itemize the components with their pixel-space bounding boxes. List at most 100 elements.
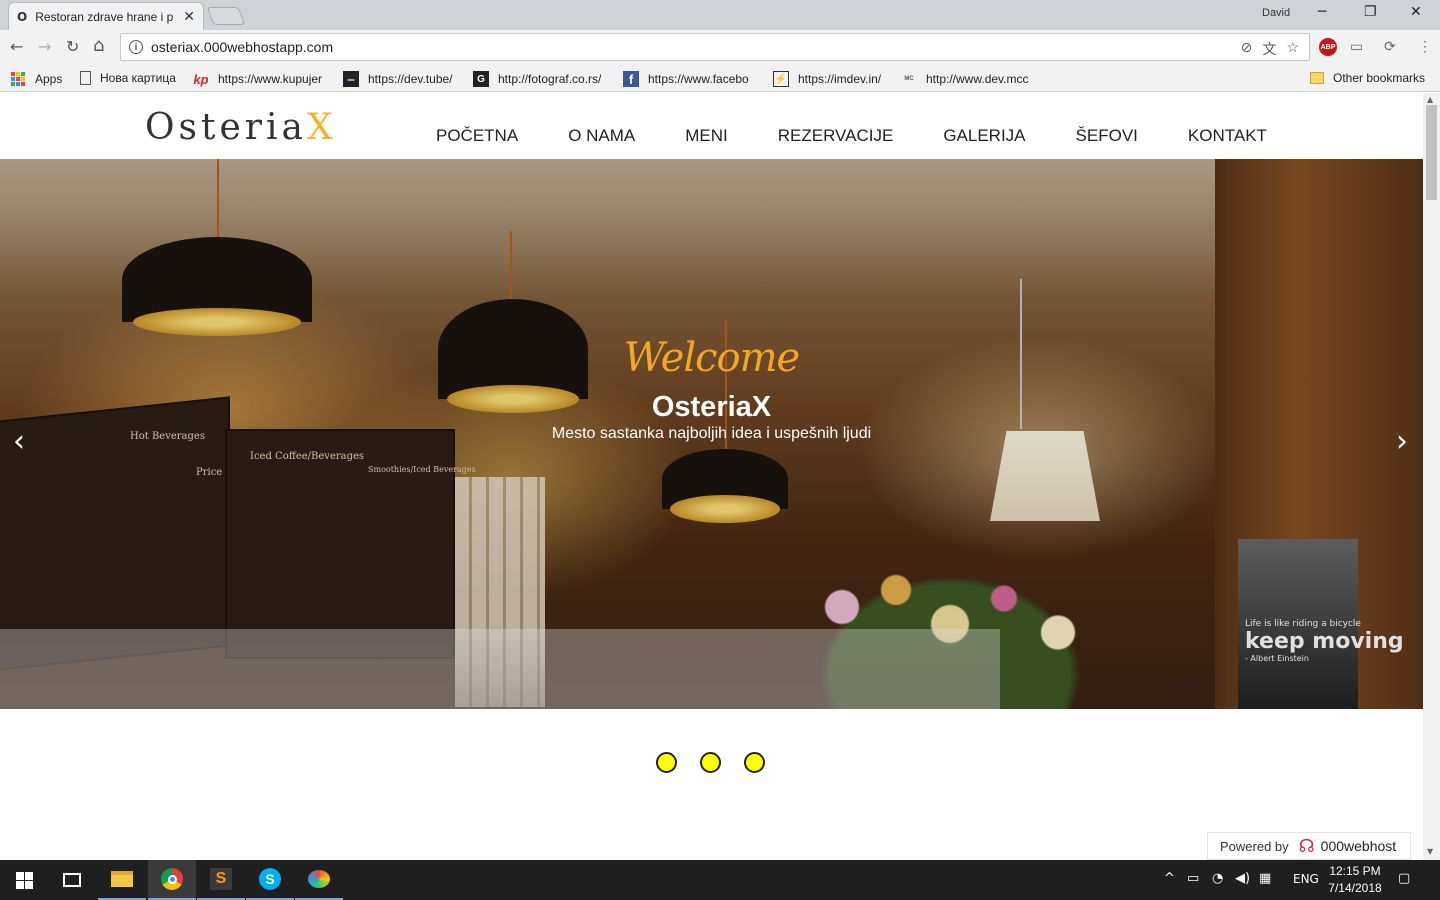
site-logo[interactable]: OsteriaX bbox=[145, 107, 337, 148]
bookmark-apps[interactable]: Apps bbox=[10, 71, 62, 87]
clock-date: 7/14/2018 bbox=[1328, 881, 1382, 895]
menu-item-rezervacije[interactable]: REZERVACIJE bbox=[778, 126, 894, 146]
carousel-dot[interactable] bbox=[656, 752, 677, 773]
bookmark-new-tab[interactable]: Нова картица bbox=[80, 71, 176, 85]
hero-welcome: Welcome bbox=[623, 335, 800, 381]
maximize-icon[interactable]: ❐ bbox=[1364, 4, 1377, 20]
scroll-down-icon[interactable]: ▼ bbox=[1427, 847, 1433, 856]
blocked-content-icon[interactable]: ⊘ bbox=[1241, 39, 1253, 59]
powered-by-badge[interactable]: Powered by ☊ 000webhost bbox=[1207, 832, 1411, 860]
carousel-dots bbox=[656, 752, 765, 773]
chrome-menu-icon[interactable]: ⋮ bbox=[1418, 38, 1432, 55]
translate-icon[interactable]: 文 bbox=[1262, 39, 1276, 59]
url-text[interactable]: osteriax.000webhostapp.com bbox=[151, 39, 333, 55]
bookmark-kupujem[interactable]: kp https://www.kupujer bbox=[193, 71, 322, 87]
bookmark-label: http://www.dev.mcc bbox=[926, 72, 1029, 86]
scroll-thumb[interactable] bbox=[1426, 105, 1437, 200]
reload-icon[interactable]: ↻ bbox=[66, 37, 79, 56]
adblock-plus-icon[interactable]: ABP bbox=[1319, 38, 1337, 56]
sublime-icon: S bbox=[210, 868, 232, 890]
bookmark-label: http://fotograf.co.rs/ bbox=[498, 72, 602, 86]
site-info-icon[interactable]: i bbox=[129, 40, 143, 54]
menu-item-pocetna[interactable]: POČETNA bbox=[436, 126, 518, 146]
taskbar-sublime[interactable]: S bbox=[197, 860, 245, 900]
webhost-logo-icon: ☊ bbox=[1298, 835, 1315, 857]
carousel-dot[interactable] bbox=[744, 752, 765, 773]
powered-by-label: Powered by bbox=[1220, 838, 1289, 854]
profile-name[interactable]: David bbox=[1262, 7, 1290, 19]
network-icon[interactable]: ◔ bbox=[1212, 871, 1223, 886]
clock-time: 12:15 PM bbox=[1329, 864, 1381, 878]
taskbar-chrome[interactable] bbox=[148, 860, 196, 900]
chrome-icon bbox=[161, 868, 183, 890]
scroll-up-icon[interactable]: ▲ bbox=[1427, 95, 1433, 104]
devtube-icon: ▬ bbox=[343, 71, 359, 87]
browser-tab[interactable]: O Restoran zdrave hrane i p ✕ bbox=[8, 2, 204, 30]
bookmark-label: https://www.facebo bbox=[648, 72, 749, 86]
language-indicator[interactable]: ENG bbox=[1293, 872, 1319, 886]
close-window-icon[interactable]: ✕ bbox=[1410, 4, 1422, 20]
carousel-dot[interactable] bbox=[700, 752, 721, 773]
main-menu: POČETNA O NAMA MENI REZERVACIJE GALERIJA… bbox=[436, 126, 1317, 146]
windows-taskbar: S S ^ ▭ ◔ ◀) ▦ ENG 12:15 PM 7/14/2018 ▢ bbox=[0, 860, 1440, 900]
menu-item-meni[interactable]: MENI bbox=[685, 126, 728, 146]
start-button[interactable] bbox=[0, 860, 48, 900]
slider-next-icon[interactable]: › bbox=[1396, 424, 1408, 459]
battery-icon[interactable]: ▭ bbox=[1187, 871, 1199, 886]
tray-chevron-icon[interactable]: ^ bbox=[1164, 871, 1175, 886]
taskbar-file-explorer[interactable] bbox=[98, 860, 146, 900]
hero-subtitle: Mesto sastanka najboljih idea i uspešnih… bbox=[551, 425, 872, 442]
menu-item-kontakt[interactable]: KONTAKT bbox=[1188, 126, 1267, 146]
bookmark-other[interactable]: Other bookmarks bbox=[1310, 71, 1425, 85]
minimize-icon[interactable]: ─ bbox=[1318, 4, 1326, 20]
bookmarks-bar: Apps Нова картица kp https://www.kupujer… bbox=[0, 64, 1440, 92]
mcc-icon: MC bbox=[904, 76, 914, 82]
bookmark-devmcc[interactable]: MC http://www.dev.mcc bbox=[901, 71, 1028, 87]
bookmark-facebook[interactable]: f https://www.facebo bbox=[623, 71, 749, 87]
web-page: OsteriaX POČETNA O NAMA MENI REZERVACIJE… bbox=[0, 93, 1423, 860]
home-icon[interactable]: ⌂ bbox=[93, 35, 104, 56]
forward-icon[interactable]: → bbox=[38, 37, 51, 56]
bookmark-label: Нова картица bbox=[100, 71, 176, 85]
action-center-icon[interactable]: ▢ bbox=[1398, 871, 1410, 886]
keyboard-icon[interactable]: ▦ bbox=[1259, 871, 1271, 886]
bookmark-label: https://imdev.in/ bbox=[798, 72, 882, 86]
menu-item-galerija[interactable]: GALERIJA bbox=[943, 126, 1025, 146]
skype-icon: S bbox=[259, 868, 281, 890]
bookmark-fotograf[interactable]: G http://fotograf.co.rs/ bbox=[473, 71, 601, 87]
bookmark-label: https://www.kupujer bbox=[218, 72, 323, 86]
apps-icon bbox=[10, 71, 26, 87]
task-view-button[interactable] bbox=[48, 860, 96, 900]
address-bar[interactable]: i osteriax.000webhostapp.com ⊘ 文 ☆ bbox=[120, 33, 1310, 61]
bookmark-star-icon[interactable]: ☆ bbox=[1286, 39, 1299, 59]
browser-title-bar: O Restoran zdrave hrane i p ✕ David ─ ❐ … bbox=[0, 0, 1440, 30]
slider-prev-icon[interactable]: ‹ bbox=[13, 424, 25, 459]
taskbar-skype[interactable]: S bbox=[246, 860, 294, 900]
g-icon: G bbox=[473, 71, 489, 87]
logo-accent: X bbox=[306, 107, 337, 148]
folder-icon bbox=[111, 871, 133, 887]
new-tab-button[interactable] bbox=[206, 7, 246, 25]
menu-item-sefovi[interactable]: ŠEFOVI bbox=[1076, 126, 1138, 146]
bookmark-devtube[interactable]: ▬ https://dev.tube/ bbox=[343, 71, 453, 87]
folder-icon bbox=[1310, 72, 1324, 84]
menu-item-o-nama[interactable]: O NAMA bbox=[568, 126, 635, 146]
powered-brand: 000webhost bbox=[1320, 838, 1397, 854]
site-favicon-icon: O bbox=[17, 9, 28, 24]
imdev-icon: ⚡ bbox=[773, 71, 789, 87]
hero-title: OsteriaX bbox=[651, 391, 772, 423]
site-header: OsteriaX POČETNA O NAMA MENI REZERVACIJE… bbox=[0, 93, 1423, 159]
volume-icon[interactable]: ◀) bbox=[1235, 871, 1250, 886]
tab-title: Restoran zdrave hrane i p bbox=[35, 9, 174, 24]
extension-icon[interactable]: ▭ bbox=[1350, 38, 1363, 55]
taskbar-paint[interactable] bbox=[295, 860, 343, 900]
clock[interactable]: 12:15 PM 7/14/2018 bbox=[1322, 863, 1388, 897]
logo-text: Osteria bbox=[145, 107, 307, 148]
sync-extension-icon[interactable]: ⟳ bbox=[1384, 38, 1396, 55]
hero-slider: Hot Beverages Price Iced Coffee/Beverage… bbox=[0, 159, 1423, 709]
tab-close-icon[interactable]: ✕ bbox=[183, 8, 195, 25]
kp-icon: kp bbox=[193, 71, 209, 87]
page-scrollbar[interactable]: ▲ ▼ bbox=[1423, 93, 1440, 860]
back-icon[interactable]: ← bbox=[10, 37, 23, 56]
bookmark-imdev[interactable]: ⚡ https://imdev.in/ bbox=[773, 71, 881, 87]
